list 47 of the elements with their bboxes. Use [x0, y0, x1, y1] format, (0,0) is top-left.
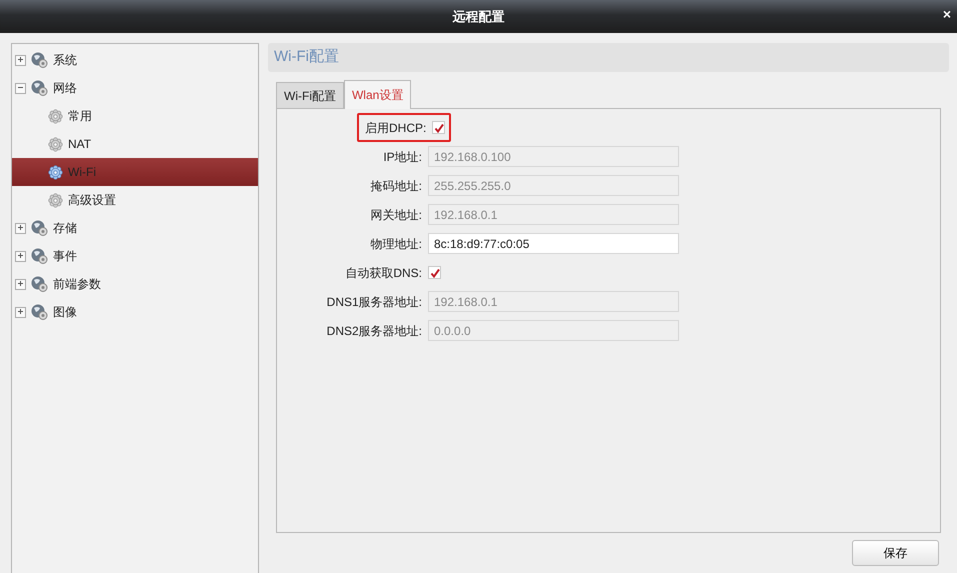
globe-gear-icon	[31, 276, 48, 292]
panel-title: Wi-Fi配置	[274, 48, 339, 65]
close-button[interactable]: ×	[942, 7, 951, 21]
tree-item-label[interactable]: 事件	[53, 247, 77, 265]
gear-icon	[48, 192, 63, 208]
tree-item-label[interactable]: 前端参数	[53, 275, 101, 293]
plus-icon	[17, 280, 24, 287]
field-label: DNS1服务器地址:	[326, 294, 423, 310]
globe-gear-icon	[31, 80, 48, 96]
field-label: 物理地址:	[370, 236, 423, 252]
tree-item-label[interactable]: 存储	[53, 219, 77, 237]
tree-item-label[interactable]: NAT	[68, 135, 92, 153]
expand-toggle[interactable]	[15, 278, 26, 290]
gear-icon	[48, 136, 63, 152]
plus-icon	[17, 308, 24, 315]
input-field[interactable]: 8c:18:d9:77:c0:05	[428, 233, 679, 254]
save-button[interactable]: 保存	[852, 540, 939, 566]
gear-icon	[48, 108, 63, 124]
tree-item-label[interactable]: 高级设置	[68, 191, 116, 209]
field-label: IP地址:	[382, 148, 423, 166]
tree-item-label[interactable]: 图像	[53, 303, 77, 321]
plus-icon	[17, 224, 24, 231]
tree-item-label[interactable]: 系统	[53, 51, 77, 69]
tab[interactable]: Wlan设置	[344, 80, 412, 109]
field-label: 启用DHCP:	[364, 120, 428, 136]
globe-gear-icon	[31, 248, 48, 264]
expand-toggle[interactable]	[15, 54, 26, 66]
field-label: DNS2服务器地址:	[326, 322, 423, 340]
field-label: 网关地址:	[370, 206, 423, 224]
expand-toggle[interactable]	[15, 306, 26, 318]
gear-icon	[48, 164, 63, 180]
plus-icon	[17, 56, 24, 63]
collapse-toggle[interactable]	[15, 82, 26, 94]
window-title: 远程配置	[452, 8, 504, 26]
tree-item-label[interactable]: 常用	[68, 107, 92, 125]
globe-gear-icon	[31, 52, 48, 68]
globe-gear-icon	[31, 220, 48, 236]
checkbox[interactable]	[428, 266, 441, 279]
checkbox[interactable]	[432, 121, 446, 134]
field-label: 掩码地址:	[370, 178, 423, 194]
tab[interactable]: Wi-Fi配置	[276, 82, 344, 108]
expand-toggle[interactable]	[15, 222, 26, 234]
expand-toggle[interactable]	[15, 250, 26, 262]
plus-icon	[17, 252, 24, 259]
tree-item-label[interactable]: 网络	[53, 79, 77, 97]
globe-gear-icon	[31, 304, 48, 320]
field-label: 自动获取DNS:	[344, 264, 423, 282]
